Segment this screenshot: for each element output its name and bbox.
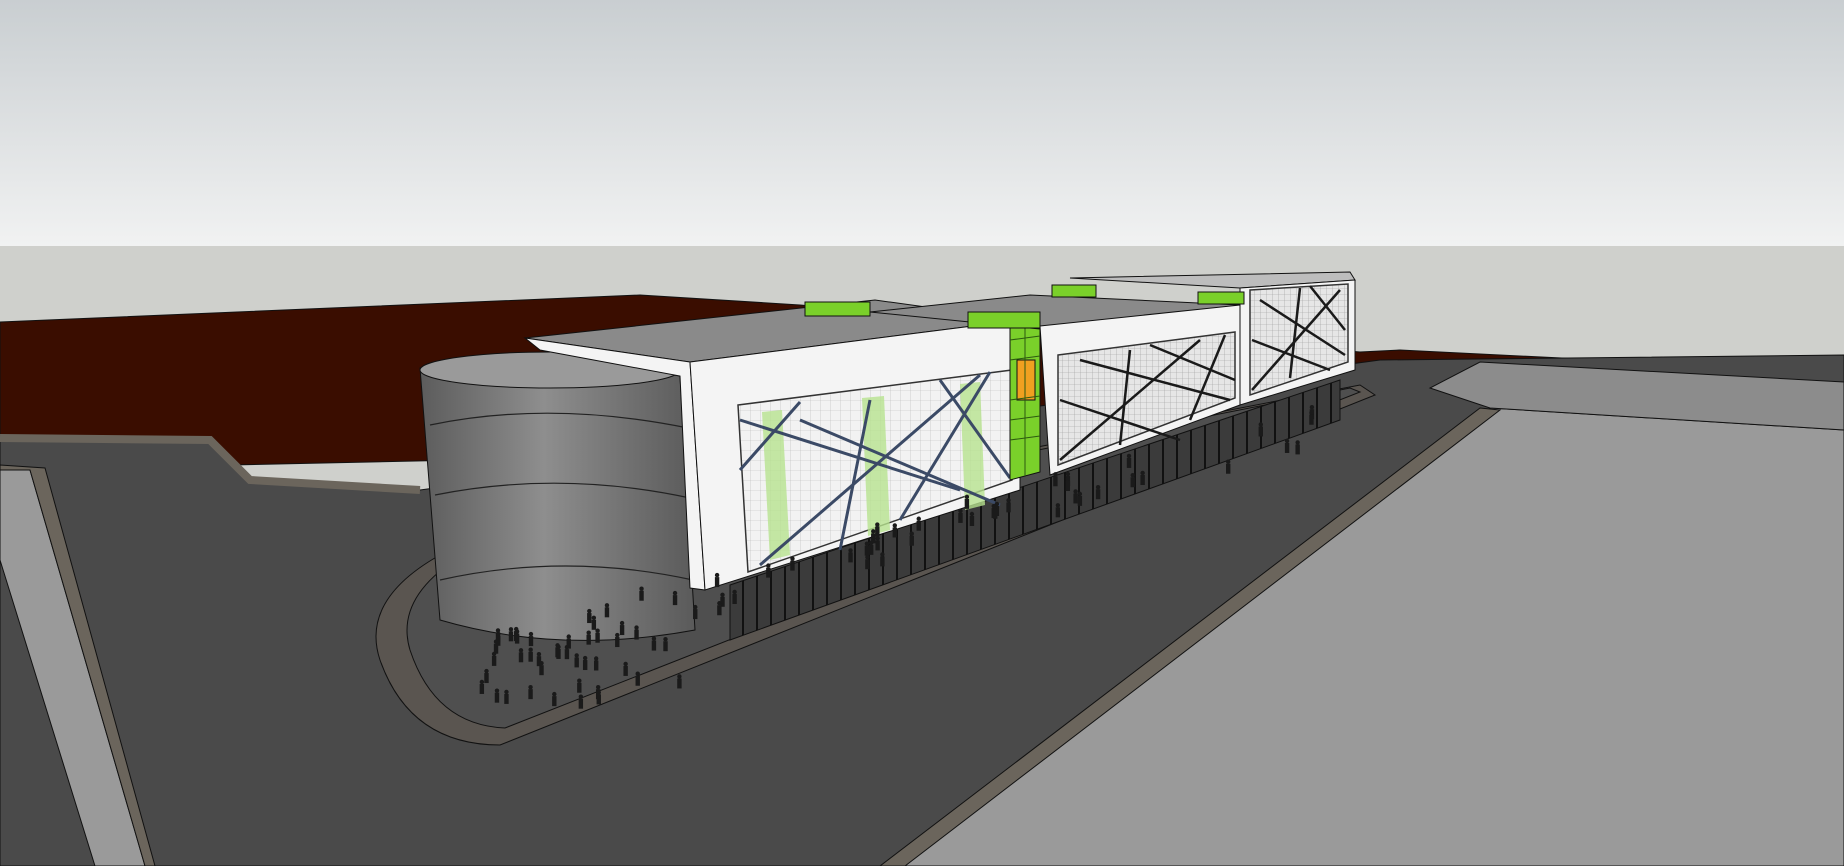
pedestrian: [491, 651, 497, 666]
pedestrian: [1006, 498, 1011, 513]
pedestrian: [1309, 410, 1314, 425]
core-orange-panel: [1016, 359, 1036, 401]
building-model-scene: [0, 0, 1844, 866]
pedestrian: [634, 625, 639, 640]
pedestrian: [677, 674, 682, 689]
pedestrian: [865, 555, 870, 570]
pedestrian: [586, 630, 591, 645]
pedestrian: [496, 631, 501, 646]
pedestrian: [528, 684, 533, 700]
pedestrian: [508, 627, 514, 642]
pedestrian: [566, 634, 571, 649]
pedestrian: [916, 516, 921, 531]
pedestrian: [619, 620, 625, 636]
pedestrian: [958, 508, 963, 523]
pedestrian: [604, 603, 610, 618]
pedestrian: [615, 632, 620, 648]
pedestrian: [591, 615, 597, 630]
pedestrian: [1073, 489, 1078, 504]
pedestrian: [1077, 491, 1083, 506]
pedestrian: [1055, 503, 1061, 518]
pedestrian: [528, 631, 534, 647]
pedestrian: [1126, 453, 1132, 468]
pedestrian: [909, 531, 914, 546]
pedestrian: [514, 626, 519, 642]
pedestrian: [1140, 470, 1145, 485]
pedestrian: [577, 678, 582, 693]
pedestrian: [1295, 440, 1300, 455]
pedestrian: [875, 536, 880, 551]
pedestrian: [1053, 472, 1058, 487]
pedestrian: [578, 694, 584, 709]
roof-unit-4: [1197, 291, 1245, 305]
pedestrian: [504, 689, 509, 704]
roof-unit-3: [1051, 284, 1097, 298]
pedestrian: [639, 586, 644, 601]
pedestrian: [595, 628, 600, 643]
pedestrian: [574, 653, 579, 668]
pedestrian: [790, 556, 795, 571]
cylinder-tower: [419, 359, 696, 641]
pedestrian: [864, 541, 870, 556]
pedestrian: [528, 647, 533, 662]
pedestrian: [1130, 473, 1135, 488]
sky-background: [0, 0, 1844, 246]
pedestrian: [714, 572, 720, 588]
pedestrian: [663, 636, 668, 652]
pedestrian: [635, 671, 640, 686]
pedestrian: [623, 661, 628, 676]
pedestrian: [494, 688, 500, 703]
pedestrian: [717, 601, 722, 616]
pedestrian: [536, 651, 542, 667]
pedestrian: [672, 590, 678, 606]
pedestrian: [596, 690, 601, 705]
pedestrian: [1258, 422, 1263, 437]
sketchup-3d-viewport[interactable]: [0, 0, 1844, 866]
pedestrian: [693, 604, 698, 620]
pedestrian: [556, 644, 561, 659]
roof-unit-2: [967, 311, 1041, 329]
pedestrian: [875, 522, 880, 537]
pedestrian: [892, 523, 898, 538]
pedestrian: [732, 589, 737, 604]
pedestrian: [969, 511, 975, 526]
pedestrian: [964, 494, 970, 509]
pedestrian: [552, 691, 557, 707]
pedestrian: [518, 648, 524, 663]
pedestrian: [587, 608, 592, 624]
pedestrian: [848, 548, 853, 563]
pedestrian: [880, 552, 885, 567]
pedestrian: [484, 668, 489, 684]
pedestrian: [479, 679, 485, 694]
pedestrian: [1095, 485, 1101, 500]
pedestrian: [993, 504, 998, 519]
pedestrian: [582, 655, 588, 671]
pedestrian: [651, 636, 657, 651]
pedestrian: [1226, 459, 1231, 474]
pedestrian: [593, 656, 599, 671]
pedestrian: [871, 529, 876, 544]
pedestrian: [1065, 476, 1071, 491]
pedestrian: [766, 563, 771, 578]
pedestrian: [1284, 438, 1290, 453]
roof-unit-1: [804, 301, 871, 317]
